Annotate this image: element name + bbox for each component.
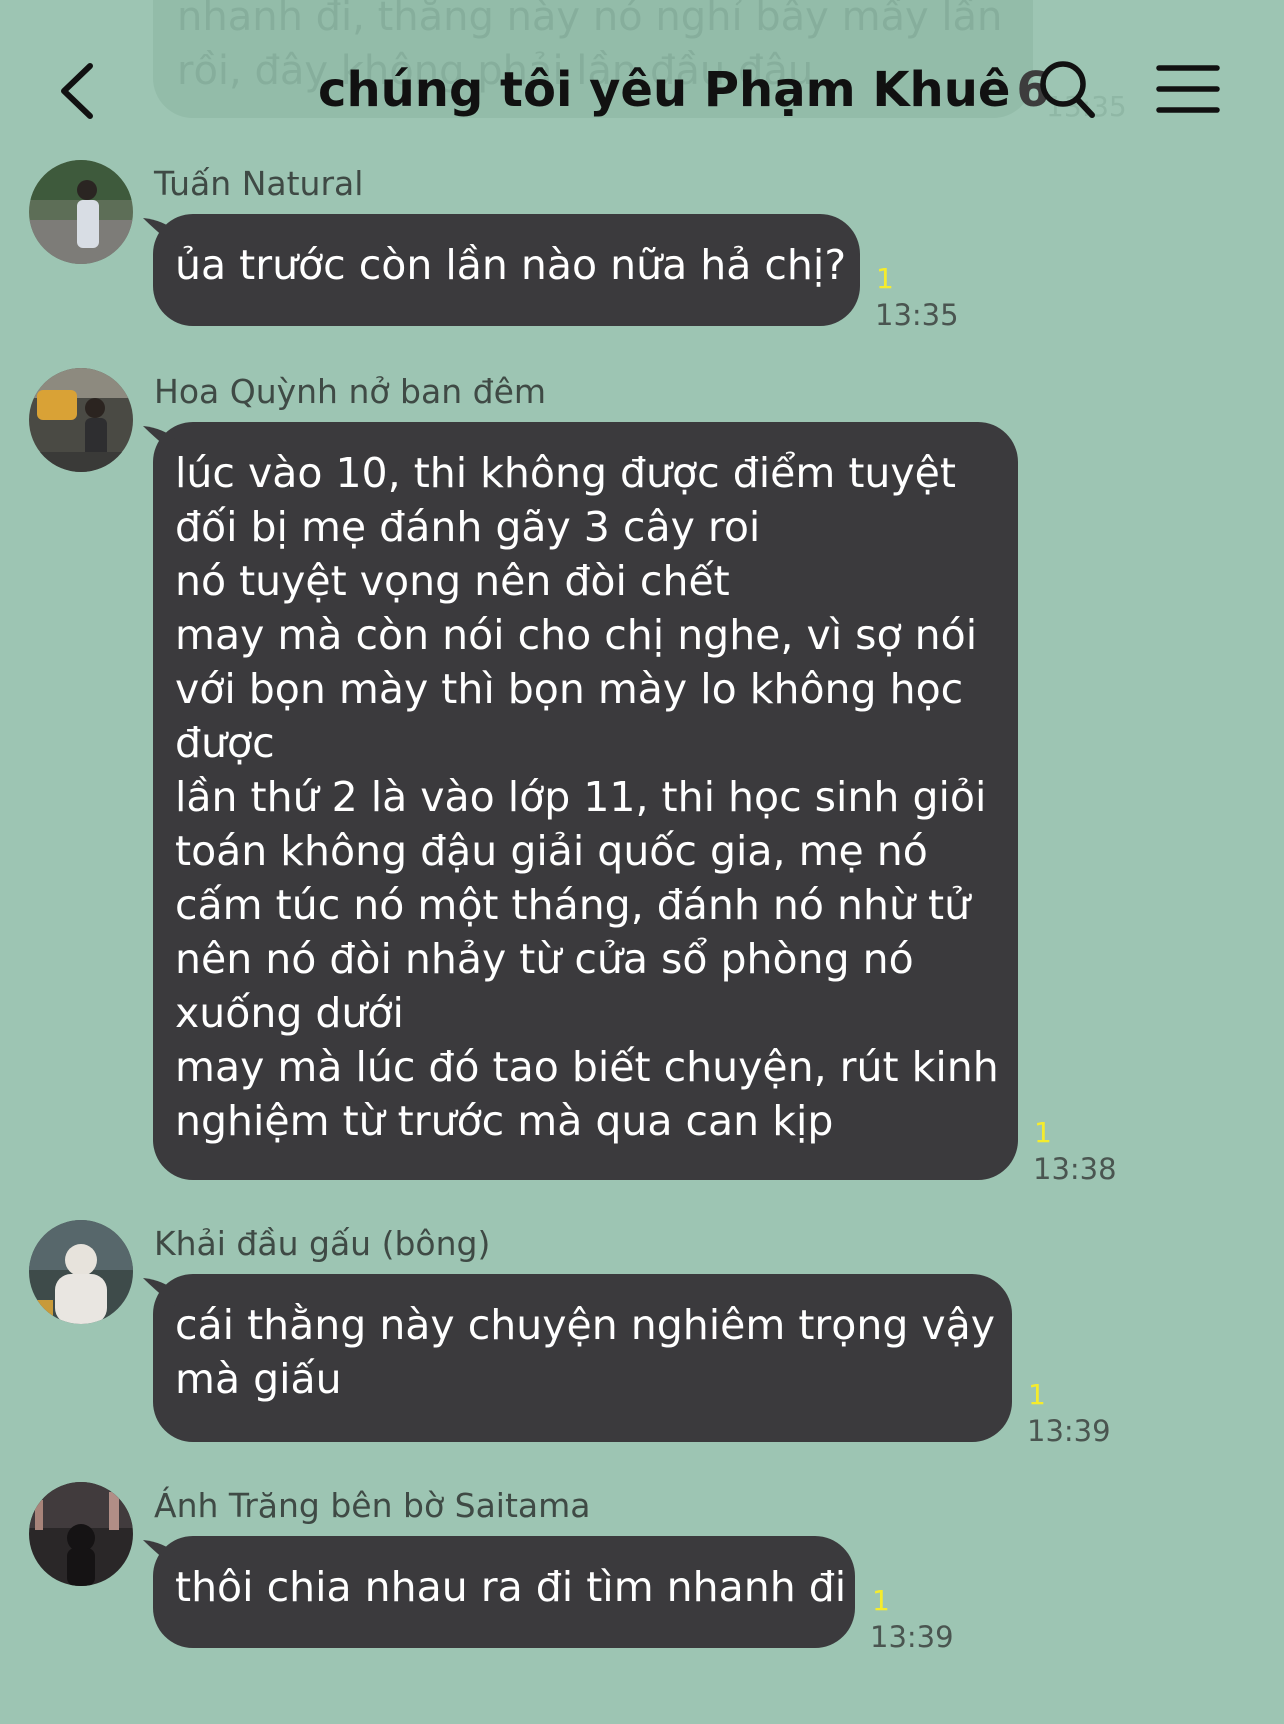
message-time: 13:39 (1027, 1414, 1111, 1448)
message-line: nên nó đòi nhảy từ cửa sổ phòng nó (175, 935, 914, 983)
message-line: lúc vào 10, thi không được điểm tuyệt (175, 449, 956, 497)
bubble-tail (143, 218, 177, 248)
message-bubble[interactable]: lúc vào 10, thi không được điểm tuyệt đố… (143, 422, 1018, 1180)
bubble-tail (143, 1540, 177, 1570)
message-line: với bọn mày thì bọn mày lo không học (175, 665, 964, 713)
message-line: cái thằng này chuyện nghiêm trọng vậy (175, 1301, 996, 1349)
avatar[interactable] (29, 1220, 133, 1324)
message-line: nghiệm từ trước mà qua can kịp (175, 1097, 834, 1145)
back-button[interactable] (50, 56, 110, 126)
chat-title[interactable]: chúng tôi yêu Phạm Khuê 6 (318, 60, 1050, 120)
bubble-tail (143, 426, 177, 456)
message-bubble[interactable]: thôi chia nhau ra đi tìm nhanh đi (143, 1536, 855, 1648)
search-icon (1040, 61, 1095, 118)
message-line: ủa trước còn lần nào nữa hả chị? (175, 241, 847, 289)
sender-name: Tuấn Natural (154, 164, 364, 203)
message-line: nó tuyệt vọng nên đòi chết (175, 557, 730, 605)
hamburger-menu-icon (1156, 65, 1220, 113)
message-line: đối bị mẹ đánh gãy 3 cây roi (175, 503, 761, 551)
chat-title-text: chúng tôi yêu Phạm Khuê (318, 62, 1011, 118)
message-line: thôi chia nhau ra đi tìm nhanh đi (175, 1563, 847, 1611)
sender-name: Hoa Quỳnh nở ban đêm (154, 372, 547, 411)
message-line: may mà lúc đó tao biết chuyện, rút kinh (175, 1043, 999, 1091)
chevron-left-icon (61, 63, 93, 119)
read-count: 1 (876, 262, 894, 295)
read-count: 1 (1028, 1378, 1046, 1411)
message-time: 13:35 (875, 298, 959, 332)
avatar[interactable] (29, 1482, 133, 1586)
read-count: 1 (872, 1584, 890, 1617)
chat-header: chúng tôi yêu Phạm Khuê 6 (0, 40, 1284, 140)
sender-name: Ánh Trăng bên bờ Saitama (154, 1486, 591, 1525)
sender-name: Khải đầu gấu (bông) (154, 1224, 491, 1263)
message-line: toán không đậu giải quốc gia, mẹ nó (175, 827, 928, 875)
read-count: 1 (1034, 1116, 1052, 1149)
message-line: mà giấu (175, 1355, 342, 1403)
message-line: may mà còn nói cho chị nghe, vì sợ nói (175, 611, 978, 659)
message-line: nhanh đi, thằng này nó nghỉ bây mấy lần (177, 0, 1003, 40)
message-time: 13:38 (1033, 1152, 1117, 1186)
avatar[interactable] (29, 368, 133, 472)
message-time: 13:39 (870, 1620, 954, 1654)
menu-button[interactable] (1156, 60, 1220, 120)
avatar[interactable] (29, 160, 133, 264)
bubble-tail (143, 1278, 177, 1308)
message-line: cấm túc nó một tháng, đánh nó nhừ tử (175, 881, 971, 929)
message-line: xuống dưới (175, 989, 404, 1037)
message-bubble[interactable]: cái thằng này chuyện nghiêm trọng vậy mà… (143, 1274, 1012, 1442)
search-button[interactable] (1036, 54, 1100, 124)
message-line: lần thứ 2 là vào lớp 11, thi học sinh gi… (175, 773, 987, 821)
message-bubble[interactable]: ủa trước còn lần nào nữa hả chị? (143, 214, 860, 326)
message-line: được (175, 719, 275, 767)
